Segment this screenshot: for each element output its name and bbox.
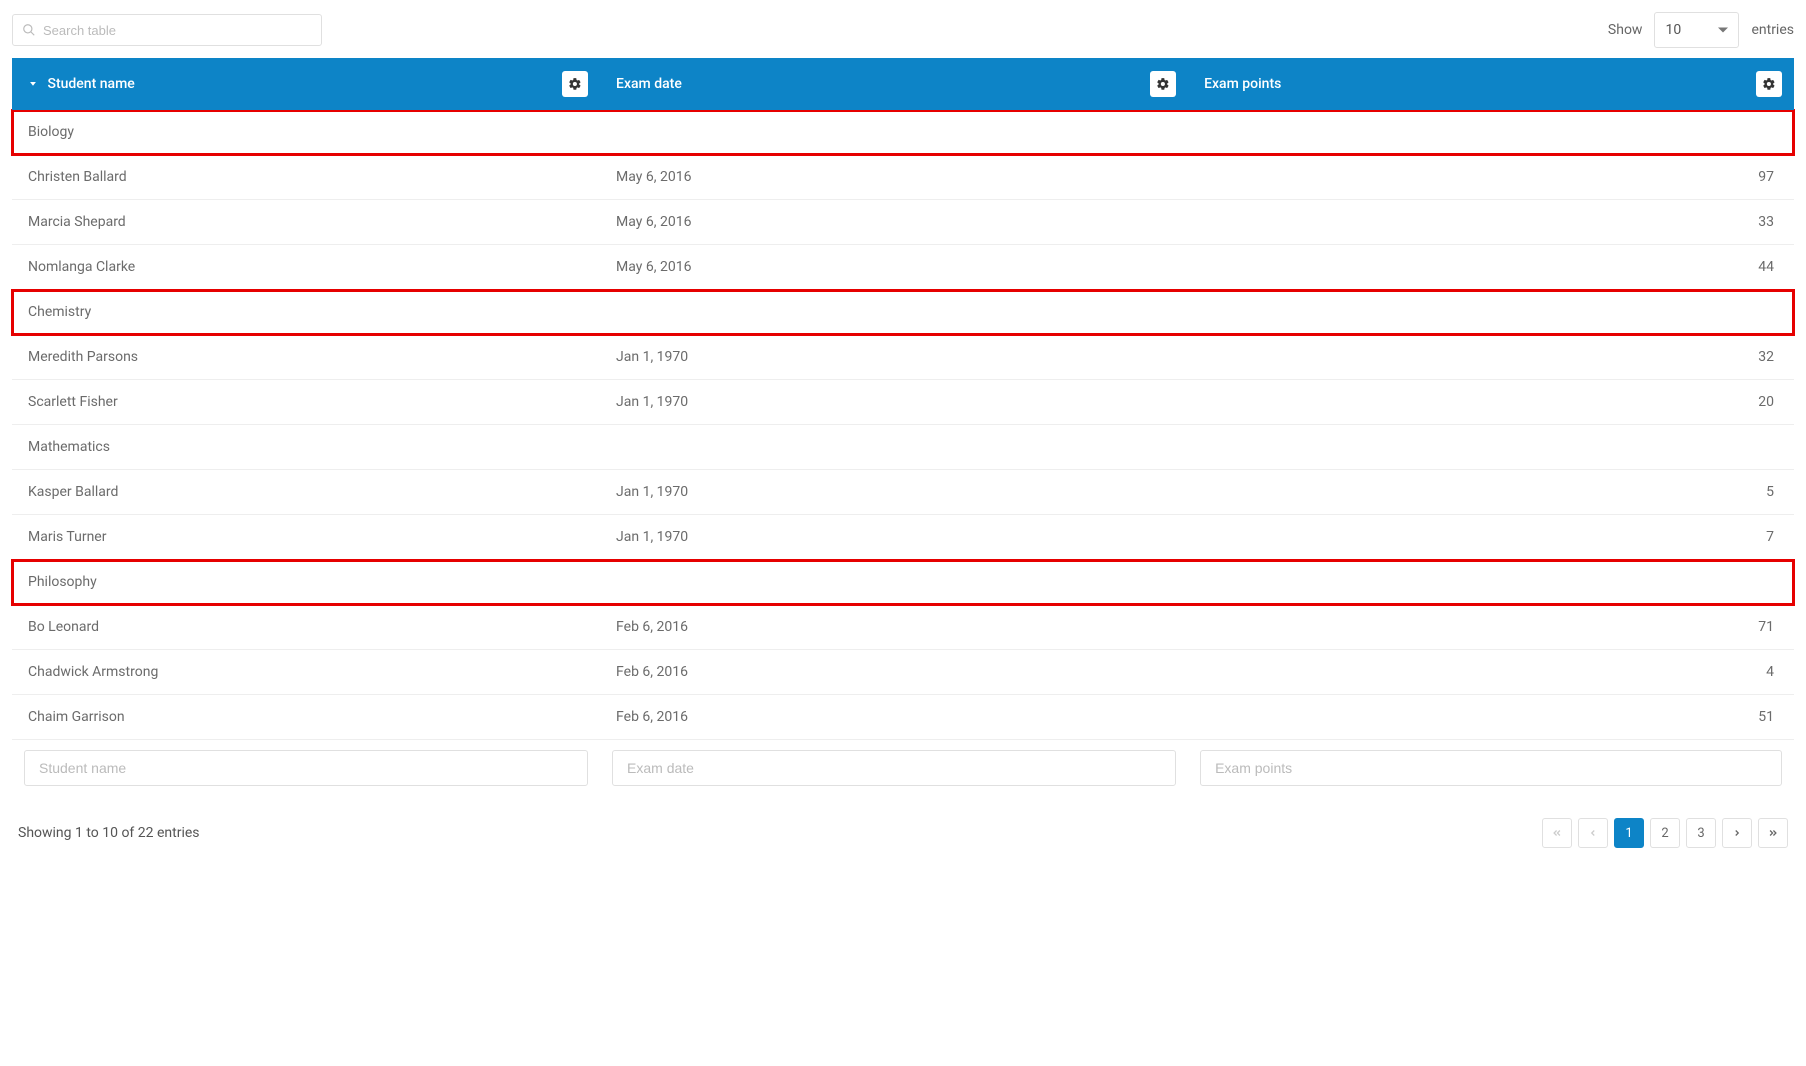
pager-last[interactable] bbox=[1758, 818, 1788, 848]
cell-name: Chaim Garrison bbox=[12, 695, 600, 740]
cell-date: Jan 1, 1970 bbox=[600, 335, 1188, 380]
pager-page[interactable]: 1 bbox=[1614, 818, 1644, 848]
pager-next[interactable] bbox=[1722, 818, 1752, 848]
group-label: Chemistry bbox=[12, 290, 1794, 335]
column-header-points-label: Exam points bbox=[1204, 76, 1281, 92]
cell-name: Christen Ballard bbox=[12, 155, 600, 200]
cell-points: 20 bbox=[1188, 380, 1794, 425]
cell-points: 51 bbox=[1188, 695, 1794, 740]
column-header-name-label: Student name bbox=[47, 76, 134, 92]
data-table: Student name Exam date Exam points Biolo… bbox=[12, 58, 1794, 796]
table-row[interactable]: Christen BallardMay 6, 201697 bbox=[12, 155, 1794, 200]
group-row[interactable]: Philosophy bbox=[12, 560, 1794, 605]
cell-date: Feb 6, 2016 bbox=[600, 650, 1188, 695]
group-label: Biology bbox=[12, 110, 1794, 155]
group-row[interactable]: Biology bbox=[12, 110, 1794, 155]
cell-points: 7 bbox=[1188, 515, 1794, 560]
cell-points: 71 bbox=[1188, 605, 1794, 650]
showing-text: Showing 1 to 10 of 22 entries bbox=[18, 825, 200, 841]
table-row[interactable]: Bo LeonardFeb 6, 201671 bbox=[12, 605, 1794, 650]
cell-name: Chadwick Armstrong bbox=[12, 650, 600, 695]
column-settings-date[interactable] bbox=[1150, 71, 1176, 97]
cell-name: Marcia Shepard bbox=[12, 200, 600, 245]
cell-name: Meredith Parsons bbox=[12, 335, 600, 380]
cell-name: Nomlanga Clarke bbox=[12, 245, 600, 290]
cell-name: Maris Turner bbox=[12, 515, 600, 560]
page-size-select[interactable]: 10 bbox=[1654, 12, 1739, 48]
page-size-value: 10 bbox=[1665, 22, 1681, 38]
table-row[interactable]: Nomlanga ClarkeMay 6, 201644 bbox=[12, 245, 1794, 290]
column-header-date[interactable]: Exam date bbox=[600, 58, 1188, 110]
pager-page[interactable]: 3 bbox=[1686, 818, 1716, 848]
table-row[interactable]: Maris TurnerJan 1, 19707 bbox=[12, 515, 1794, 560]
cell-points: 5 bbox=[1188, 470, 1794, 515]
cell-date: Jan 1, 1970 bbox=[600, 470, 1188, 515]
table-row[interactable]: Chadwick ArmstrongFeb 6, 20164 bbox=[12, 650, 1794, 695]
caret-down-icon bbox=[1718, 28, 1728, 33]
group-label: Philosophy bbox=[12, 560, 1794, 605]
column-header-points[interactable]: Exam points bbox=[1188, 58, 1794, 110]
filter-date-input[interactable] bbox=[612, 750, 1176, 786]
cell-name: Bo Leonard bbox=[12, 605, 600, 650]
cell-name: Kasper Ballard bbox=[12, 470, 600, 515]
group-label: Mathematics bbox=[12, 425, 1794, 470]
filter-name-input[interactable] bbox=[24, 750, 588, 786]
table-row[interactable]: Marcia ShepardMay 6, 201633 bbox=[12, 200, 1794, 245]
cell-date: Jan 1, 1970 bbox=[600, 380, 1188, 425]
cell-date: May 6, 2016 bbox=[600, 245, 1188, 290]
cell-points: 4 bbox=[1188, 650, 1794, 695]
cell-points: 97 bbox=[1188, 155, 1794, 200]
table-row[interactable]: Scarlett FisherJan 1, 197020 bbox=[12, 380, 1794, 425]
group-row[interactable]: Chemistry bbox=[12, 290, 1794, 335]
column-settings-name[interactable] bbox=[562, 71, 588, 97]
entries-label: entries bbox=[1751, 22, 1794, 38]
pager-page[interactable]: 2 bbox=[1650, 818, 1680, 848]
search-input[interactable] bbox=[12, 14, 322, 46]
cell-date: May 6, 2016 bbox=[600, 200, 1188, 245]
table-row[interactable]: Meredith ParsonsJan 1, 197032 bbox=[12, 335, 1794, 380]
cell-date: Jan 1, 1970 bbox=[600, 515, 1188, 560]
cell-points: 33 bbox=[1188, 200, 1794, 245]
show-label: Show bbox=[1608, 22, 1643, 38]
pager-prev bbox=[1578, 818, 1608, 848]
cell-name: Scarlett Fisher bbox=[12, 380, 600, 425]
column-settings-points[interactable] bbox=[1756, 71, 1782, 97]
column-header-date-label: Exam date bbox=[616, 76, 682, 92]
cell-date: May 6, 2016 bbox=[600, 155, 1188, 200]
search-wrapper bbox=[12, 14, 322, 46]
table-row[interactable]: Kasper BallardJan 1, 19705 bbox=[12, 470, 1794, 515]
pager-first bbox=[1542, 818, 1572, 848]
cell-date: Feb 6, 2016 bbox=[600, 605, 1188, 650]
table-row[interactable]: Chaim GarrisonFeb 6, 201651 bbox=[12, 695, 1794, 740]
cell-date: Feb 6, 2016 bbox=[600, 695, 1188, 740]
cell-points: 32 bbox=[1188, 335, 1794, 380]
column-header-name[interactable]: Student name bbox=[12, 58, 600, 110]
sort-desc-icon bbox=[28, 76, 38, 88]
entries-control: Show 10 entries bbox=[1608, 12, 1794, 48]
cell-points: 44 bbox=[1188, 245, 1794, 290]
filter-points-input[interactable] bbox=[1200, 750, 1782, 786]
pagination: 123 bbox=[1542, 818, 1788, 848]
group-row[interactable]: Mathematics bbox=[12, 425, 1794, 470]
